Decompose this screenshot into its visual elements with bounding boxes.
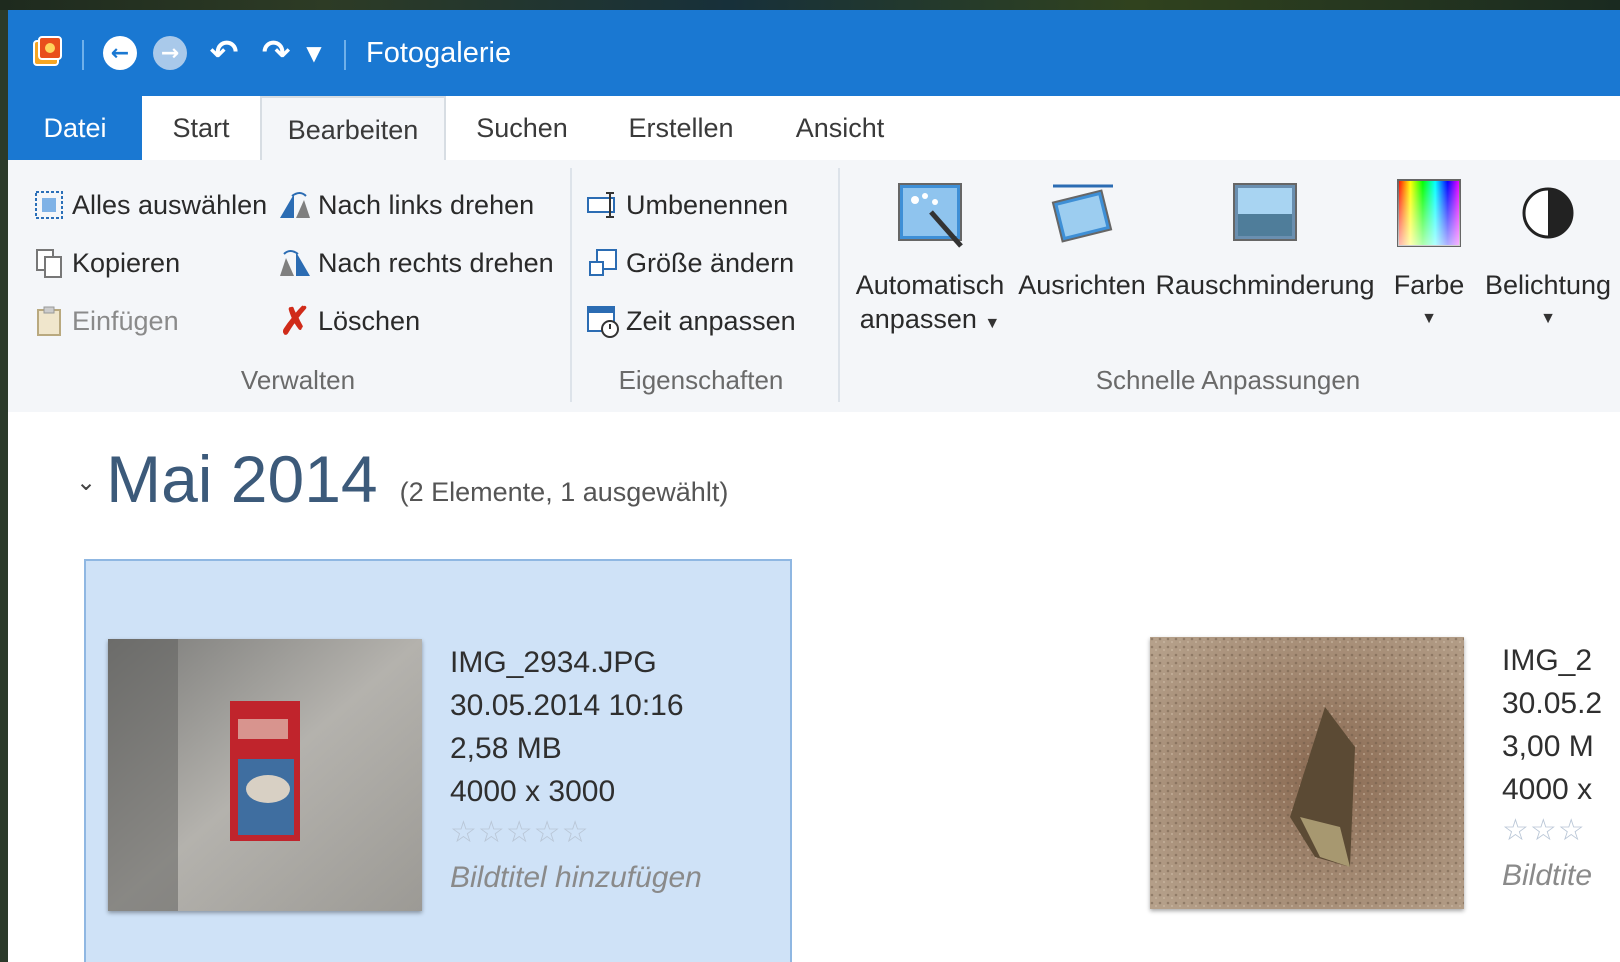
rotate-right-icon [278,246,312,280]
color-button[interactable]: Farbe ▼ [1384,178,1474,336]
color-label: Farbe [1393,270,1465,300]
ribbon: Alles auswählen Kopieren Einfügen Nach l… [8,160,1620,414]
straighten-button[interactable]: Ausrichten [1014,178,1150,302]
auto-adjust-button[interactable]: Automatisch anpassen ▼ [850,178,1010,341]
adjust-time-button[interactable]: Zeit anpassen [586,296,796,346]
photo-dimensions: 4000 x [1502,773,1593,806]
photo-date: 30.05.2014 10:16 [450,689,684,722]
dropdown-arrow-icon: ▼ [984,315,1001,332]
noise-reduction-icon [1230,178,1300,248]
redo-icon[interactable]: ↷ [256,10,296,96]
photo-gallery-icon[interactable] [26,10,70,96]
select-all-icon [32,188,66,222]
tab-bearbeiten[interactable]: Bearbeiten [260,96,446,160]
group-label-eigenschaften: Eigenschaften [618,365,784,395]
rename-icon [586,188,620,222]
photo-thumbnail[interactable] [108,639,422,911]
straighten-label: Ausrichten [1018,270,1146,300]
rating-stars[interactable]: ☆☆☆☆☆ [450,813,702,853]
rotate-left-button[interactable]: Nach links drehen [278,180,534,230]
resize-button[interactable]: Größe ändern [586,238,794,288]
delete-button[interactable]: ✗ Löschen [278,296,420,346]
clipboard-icon [32,304,66,338]
photo-item-selected[interactable]: IMG_2934.JPG 30.05.2014 10:16 2,58 MB 40… [84,559,792,962]
paste-button[interactable]: Einfügen [32,296,179,346]
straighten-icon [1047,178,1117,248]
tab-ansicht[interactable]: Ansicht [766,96,914,160]
auto-adjust-icon [895,178,965,248]
date-group-count: (2 Elemente, 1 ausgewählt) [399,477,729,507]
dropdown-arrow-icon: ▼ [1540,310,1556,327]
window-left-border [0,10,8,962]
rotate-left-icon [278,188,312,222]
ribbon-tabs: Datei Start Bearbeiten Suchen Erstellen … [8,96,1620,160]
select-all-button[interactable]: Alles auswählen [32,180,267,230]
title-bar: ← → ↶ ↷ ▼ Fotogalerie [8,10,1620,96]
exposure-button[interactable]: Belichtung ▼ [1478,178,1618,336]
photo-filename: IMG_2934.JPG [450,646,657,679]
caption-field[interactable]: Bildtitel hinzufügen [450,853,702,903]
copy-button[interactable]: Kopieren [32,238,180,288]
photo-thumbnail[interactable] [1150,637,1464,909]
photo-dimensions: 4000 x 3000 [450,775,616,808]
noise-reduction-label: Rauschminderung [1155,270,1375,300]
tab-datei[interactable]: Datei [8,96,142,160]
back-arrow-icon[interactable]: ← [100,10,140,96]
tab-suchen[interactable]: Suchen [448,96,596,160]
gallery-content: ⌄ Mai 2014 (2 Elemente, 1 ausgewählt) IM [8,412,1620,962]
undo-icon[interactable]: ↶ [204,10,244,96]
exposure-contrast-icon [1513,178,1583,248]
rating-stars[interactable]: ☆☆☆ [1502,811,1602,851]
date-group-header[interactable]: ⌄ Mai 2014 (2 Elemente, 1 ausgewählt) [76,444,728,514]
group-label-schnelle-anpassungen: Schnelle Anpassungen [1095,365,1361,395]
rotate-right-button[interactable]: Nach rechts drehen [278,238,554,288]
color-spectrum-icon [1394,178,1464,248]
photo-metadata: IMG_2934.JPG 30.05.2014 10:16 2,58 MB 40… [450,641,702,903]
delete-x-icon: ✗ [279,300,311,343]
caption-field[interactable]: Bildtite [1502,851,1602,901]
photo-size: 2,58 MB [450,732,562,765]
rename-button[interactable]: Umbenennen [586,180,788,230]
window-title: Fotogalerie [366,37,512,69]
auto-adjust-label-2: anpassen [859,304,977,334]
dropdown-arrow-icon: ▼ [1421,310,1437,327]
resize-icon [586,246,620,280]
date-group-title: Mai 2014 [106,442,378,516]
dropdown-icon[interactable]: ▼ [300,10,328,96]
photo-size: 3,00 M [1502,730,1594,763]
tab-erstellen[interactable]: Erstellen [598,96,764,160]
exposure-label: Belichtung [1484,270,1612,300]
noise-reduction-button[interactable]: Rauschminderung [1150,178,1380,302]
auto-adjust-label-1: Automatisch [855,270,1005,300]
photo-filename: IMG_2 [1502,644,1593,677]
forward-arrow-icon[interactable]: → [150,10,190,96]
copy-icon [32,246,66,280]
tab-start[interactable]: Start [142,96,260,160]
desktop-background-strip [0,0,1620,10]
calendar-clock-icon [586,304,620,338]
photo-item[interactable]: IMG_2 30.05.2 3,00 M 4000 x ☆☆☆ Bildtite [1128,559,1620,962]
group-label-verwalten: Verwalten [240,365,356,395]
chevron-down-icon[interactable]: ⌄ [76,468,96,496]
photo-date: 30.05.2 [1502,687,1603,720]
photo-metadata: IMG_2 30.05.2 3,00 M 4000 x ☆☆☆ Bildtite [1502,639,1602,901]
